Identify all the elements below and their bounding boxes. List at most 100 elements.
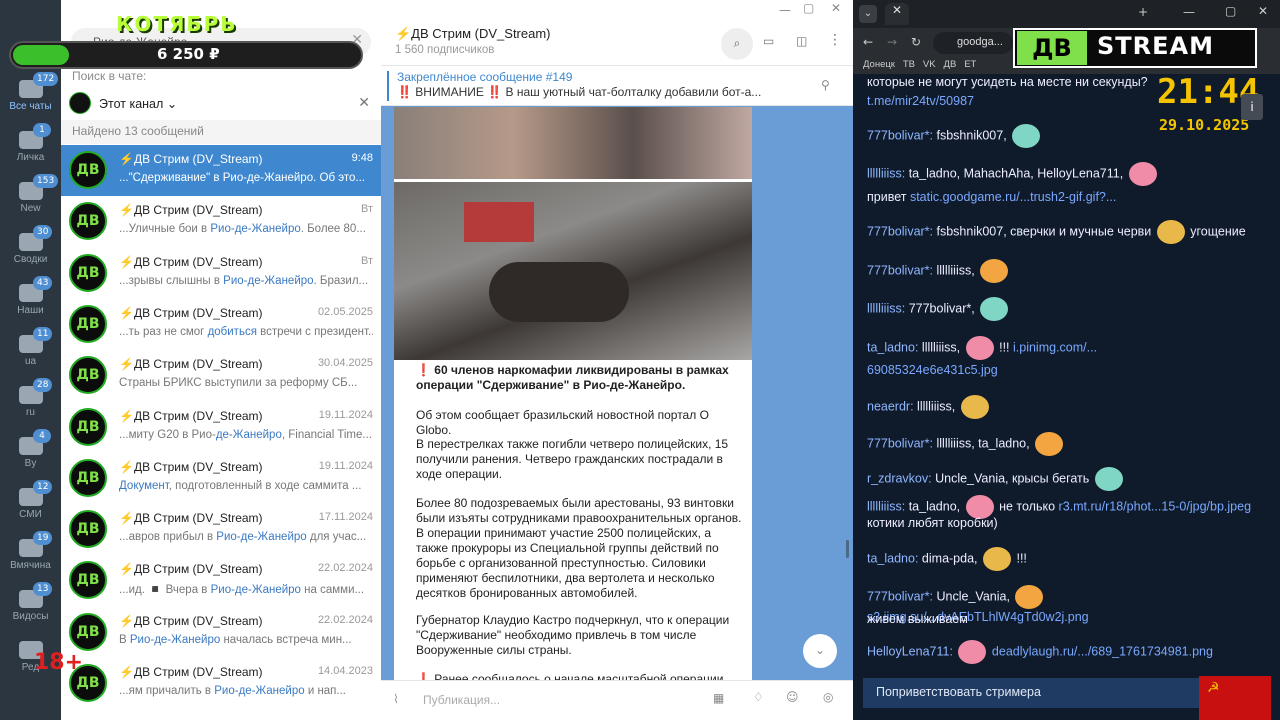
chat-nick[interactable]: HelloyLena711:: [867, 644, 953, 658]
channel-avatar: ДВ: [69, 356, 107, 395]
result-channel-name: ⚡ДВ Стрим (DV_Stream): [119, 562, 263, 577]
forward-icon[interactable]: →: [887, 35, 897, 49]
chat-link[interactable]: static.goodgame.ru/...trush2-gif.gif?...: [910, 190, 1116, 204]
chat-link[interactable]: deadlylaugh.ru/.../689_1761734981.png: [992, 644, 1213, 658]
result-channel-name: ⚡ДВ Стрим (DV_Stream): [119, 254, 263, 269]
search-result-row[interactable]: ДВ ⚡ДВ Стрим (DV_Stream) 22.02.2024 ...ид. …: [61, 555, 381, 607]
sidebar-toggle-icon[interactable]: ◫: [796, 34, 807, 48]
maximize-icon[interactable]: ▢: [803, 1, 814, 15]
search-result-row[interactable]: ДВ ⚡ДВ Стрим (DV_Stream) 14.04.2023 ...ям п…: [61, 658, 381, 709]
chat-nick[interactable]: llllliiiss:: [867, 499, 905, 513]
chat-title[interactable]: ⚡ДВ Стрим (DV_Stream): [395, 26, 551, 42]
chat-text: Uncle_Vania,: [936, 589, 1010, 604]
message-input[interactable]: Публикация...: [423, 693, 500, 707]
search-result-row[interactable]: ДВ ⚡ДВ Стрим (DV_Stream) Вт ...зрывы слышны…: [61, 247, 381, 299]
search-result-row[interactable]: ДВ ⚡ДВ Стрим (DV_Stream) 19.11.2024 ...миту…: [61, 401, 381, 453]
close-icon[interactable]: ✕: [358, 95, 370, 111]
bell-icon[interactable]: ♢: [753, 690, 764, 704]
chat-text: llllliiiss,: [936, 263, 975, 278]
new-tab-icon[interactable]: +: [1138, 5, 1148, 19]
chat-link[interactable]: r3.mt.ru/r18/phot...15-0/jpg/bp.jpeg: [1059, 499, 1251, 513]
chat-nick[interactable]: llllliiiss:: [867, 166, 905, 180]
result-channel-name: ⚡ДВ Стрим (DV_Stream): [119, 357, 263, 372]
emote-icon: [983, 547, 1011, 571]
chat-message: ta_ladno: dima-pda, !!!: [867, 547, 1267, 571]
folder-1[interactable]: 1 Личка: [0, 121, 61, 172]
result-preview: ..."Сдерживание" в Рио-де-Жанейро. Об эт…: [119, 172, 365, 184]
folder-rail: 172 Все чаты 1 Личка 153 New 30 Сводки 43 Наши 11 u…: [0, 0, 61, 720]
scrollbar[interactable]: [846, 540, 849, 558]
folder-label: Видосы: [12, 611, 49, 622]
chat-nick[interactable]: ta_ladno:: [867, 551, 918, 565]
chat-message: 777bolivar*: fsbshnik007,: [867, 124, 1267, 148]
search-result-row[interactable]: ДВ ⚡ДВ Стрим (DV_Stream) 22.02.2024 В Рио-д…: [61, 606, 381, 658]
camera-icon[interactable]: ◎: [823, 690, 833, 704]
chat-nick[interactable]: 777bolivar*:: [867, 436, 933, 450]
chat-nick[interactable]: 777bolivar*:: [867, 128, 933, 142]
schedule-icon[interactable]: ▦: [713, 691, 724, 705]
attach-icon[interactable]: ⌇: [393, 692, 399, 706]
post-paragraph: Более 80 подозреваемых были арестованы, …: [416, 496, 742, 600]
search-scope-dropdown[interactable]: Этот канал ⌄: [99, 96, 177, 111]
search-result-row[interactable]: ДВ ⚡ДВ Стрим (DV_Stream) 9:48 ..."Сдерживан…: [61, 145, 381, 196]
folder-9[interactable]: 19 Вмячина: [0, 529, 61, 580]
emoji-icon[interactable]: ☺: [786, 690, 799, 704]
folder-4[interactable]: 43 Наши: [0, 274, 61, 325]
pinned-message-bar[interactable]: Закреплённое сообщение #149 ‼️ ВНИМАНИЕ …: [381, 66, 853, 106]
folder-5[interactable]: 11 ua: [0, 325, 61, 376]
folder-2[interactable]: 153 New: [0, 172, 61, 223]
chat-nick[interactable]: 777bolivar*:: [867, 263, 933, 277]
folder-10[interactable]: 13 Видосы: [0, 580, 61, 631]
tab-menu-icon[interactable]: ⌄: [859, 5, 877, 23]
chat-nick[interactable]: 777bolivar*:: [867, 589, 933, 603]
emote-icon: [980, 259, 1009, 283]
search-result-row[interactable]: ДВ ⚡ДВ Стрим (DV_Stream) 30.04.2025 Страны …: [61, 350, 381, 402]
chat-nick[interactable]: ta_ladno:: [867, 340, 918, 354]
search-result-row[interactable]: ДВ ⚡ДВ Стрим (DV_Stream) 19.11.2024 Докумен…: [61, 452, 381, 504]
post-headline: ❗ 60 членов наркомафии ликвидированы в р…: [416, 363, 729, 392]
folder-8[interactable]: 12 СМИ: [0, 478, 61, 529]
chat-link[interactable]: 69085324e6e431c5.jpg: [867, 363, 998, 377]
search-result-row[interactable]: ДВ ⚡ДВ Стрим (DV_Stream) 17.11.2024 ...авро…: [61, 504, 381, 556]
chat-nick[interactable]: neaerdr:: [867, 399, 914, 413]
url-field[interactable]: goodga...: [933, 32, 1013, 54]
window-close-icon[interactable]: ✕: [1258, 4, 1268, 18]
close-tab-icon[interactable]: ✕: [885, 3, 909, 25]
chat-link[interactable]: i.pinimg.com/...: [1013, 340, 1097, 354]
chat-message: t.me/mir24tv/50987: [867, 93, 1267, 110]
pin-list-icon[interactable]: ⚲: [821, 78, 830, 92]
photo-top[interactable]: [394, 107, 752, 179]
folder-6[interactable]: 28 ru: [0, 376, 61, 427]
chat-link[interactable]: t.me/mir24tv/50987: [867, 94, 974, 108]
search-result-row[interactable]: ДВ ⚡ДВ Стрим (DV_Stream) Вт ...Уличные бои …: [61, 196, 381, 248]
chat-nick[interactable]: llllliiiss:: [867, 301, 905, 315]
window-close-icon[interactable]: ✕: [831, 1, 841, 15]
result-date: 14.04.2023: [317, 665, 373, 677]
minimize-icon[interactable]: —: [1183, 5, 1195, 19]
result-channel-name: ⚡ДВ Стрим (DV_Stream): [119, 459, 263, 474]
back-icon[interactable]: ←: [863, 35, 873, 49]
more-icon[interactable]: ⋮: [828, 32, 842, 48]
chat-nick[interactable]: 777bolivar*:: [867, 224, 933, 238]
ussr-flag-image: ☭: [1199, 676, 1271, 720]
result-date: 19.11.2024: [318, 459, 373, 472]
minimize-icon[interactable]: —: [779, 3, 791, 17]
folder-0[interactable]: 172 Все чаты: [0, 70, 61, 121]
channel-avatar: ДВ: [69, 561, 107, 600]
result-preview: ...ям причалить в Рио-де-Жанейро и нап..…: [119, 685, 346, 697]
folder-label: New: [20, 203, 41, 214]
maximize-icon[interactable]: ▢: [1225, 4, 1236, 18]
search-icon[interactable]: ⌕: [721, 28, 753, 60]
chat-nick[interactable]: r_zdravkov:: [867, 471, 932, 485]
scroll-down-button[interactable]: ⌄: [803, 634, 837, 668]
photo-burning-car[interactable]: [394, 182, 752, 360]
result-preview: Документ, подготовленный в ходе саммита …: [119, 479, 362, 492]
result-date: 02.05.2025: [317, 305, 373, 318]
folder-7[interactable]: 4 By: [0, 427, 61, 478]
reload-icon[interactable]: ↻: [911, 35, 921, 49]
comments-icon[interactable]: ▭: [763, 34, 774, 48]
search-result-row[interactable]: ДВ ⚡ДВ Стрим (DV_Stream) 02.05.2025 ...ть р…: [61, 298, 381, 350]
folder-label: Наши: [17, 305, 44, 316]
chat-message: которые не могут усидеть на месте ни сек…: [867, 74, 1267, 91]
folder-3[interactable]: 30 Сводки: [0, 223, 61, 274]
